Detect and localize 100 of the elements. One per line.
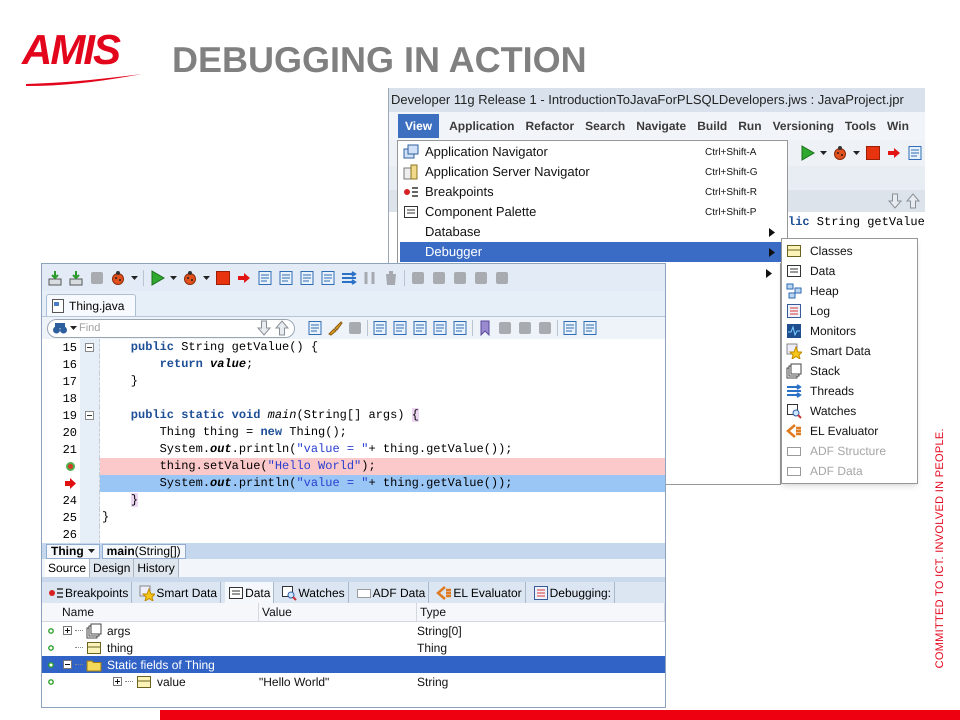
- bug-icon[interactable]: [832, 145, 848, 161]
- caret-icon[interactable]: [820, 151, 827, 155]
- menu-item[interactable]: Run: [737, 114, 763, 138]
- tree-row[interactable]: thing Thing: [42, 639, 665, 656]
- line-number: 19: [62, 408, 77, 424]
- menu-item[interactable]: Classes: [782, 241, 917, 261]
- execution-arrow-icon: [65, 478, 76, 489]
- arrows-icon[interactable]: [341, 270, 357, 286]
- line-number: 26: [62, 526, 77, 544]
- menu-item[interactable]: Watches: [782, 401, 917, 421]
- menu-item[interactable]: Search: [584, 114, 626, 138]
- code-line: Thing thing = new Thing();: [158, 424, 348, 441]
- line-number: 24: [62, 492, 77, 510]
- menu-item[interactable]: Application Navigator Ctrl+Shift-A: [400, 142, 785, 162]
- stop-icon[interactable]: [215, 270, 231, 286]
- menu-item[interactable]: Threads: [782, 381, 917, 401]
- menu-item[interactable]: Database: [400, 222, 785, 242]
- caret-icon[interactable]: [203, 276, 210, 280]
- slide-title: DEBUGGING IN ACTION: [172, 38, 587, 82]
- server-icon: [403, 164, 419, 180]
- bug-icon[interactable]: [110, 270, 126, 286]
- view-tab[interactable]: Design: [90, 559, 134, 577]
- column-header: Type: [420, 604, 446, 621]
- line-number: 17: [62, 374, 77, 390]
- shortcut-label: Ctrl+Shift-P: [705, 206, 758, 220]
- windows-icon: [403, 144, 419, 160]
- fold-toggle[interactable]: [85, 343, 94, 352]
- type-cell: Thing: [417, 640, 448, 654]
- circle-icon: [48, 628, 54, 634]
- arrow-icon[interactable]: [886, 145, 902, 161]
- name-cell-text: Static fields of Thing: [106, 656, 215, 674]
- menu-item[interactable]: Versioning: [772, 114, 835, 138]
- window-title: Developer 11g Release 1 - IntroductionToJavaForPLSQLDevelopers.jws : JavaProject.jpr: [389, 88, 925, 112]
- caret-icon[interactable]: [853, 151, 860, 155]
- list-icon: [532, 584, 549, 600]
- line-number: 16: [62, 356, 77, 374]
- code-line: public String getValue() {: [130, 339, 320, 356]
- caret-icon[interactable]: [170, 276, 177, 280]
- expand-toggle[interactable]: [63, 660, 72, 669]
- chevron-icon: [786, 423, 802, 439]
- menu-item[interactable]: Component Palette Ctrl+Shift-P: [400, 202, 785, 222]
- shortcut-label: Ctrl+Shift-R: [705, 186, 758, 200]
- menu-item[interactable]: Application: [448, 114, 516, 138]
- download-icon[interactable]: [47, 270, 63, 286]
- menu-item[interactable]: Data: [782, 261, 917, 281]
- column-header: Value: [262, 604, 292, 621]
- breakpoint-icon[interactable]: [66, 462, 75, 471]
- breadcrumb-item[interactable]: Thing: [46, 544, 100, 558]
- code-line: return value;: [158, 356, 254, 373]
- swoosh-icon: [24, 73, 142, 87]
- menu-item[interactable]: Log: [782, 301, 917, 321]
- value-cell: "Hello World": [259, 674, 330, 688]
- play-icon[interactable]: [799, 145, 815, 161]
- menu-item[interactable]: Win: [886, 114, 910, 138]
- caret-icon[interactable]: [70, 326, 77, 330]
- search-field[interactable]: Find: [47, 318, 295, 338]
- menu-item[interactable]: Navigate: [635, 114, 688, 138]
- arrow-up-icon: [905, 193, 921, 209]
- menu-item[interactable]: Refactor: [524, 114, 576, 138]
- tree-row[interactable]: Static fields of Thing: [42, 656, 665, 673]
- menu-item[interactable]: Stack: [782, 361, 917, 381]
- view-tab[interactable]: History: [134, 559, 179, 577]
- circle-icon: [48, 644, 54, 650]
- caret-icon[interactable]: [131, 276, 138, 280]
- menu-item[interactable]: Tools: [844, 114, 878, 138]
- menu-item[interactable]: View: [398, 114, 440, 138]
- expand-toggle[interactable]: [63, 626, 72, 635]
- stop-icon[interactable]: [865, 145, 881, 161]
- code-line: public static void main(String[] args) {: [130, 407, 420, 424]
- brush-icon[interactable]: [327, 320, 343, 336]
- breadcrumb-item[interactable]: main(String[]): [102, 544, 186, 558]
- search-input[interactable]: Find: [79, 320, 254, 336]
- submenu-arrow-icon: [769, 228, 775, 236]
- fold-toggle[interactable]: [85, 411, 94, 420]
- menu-item[interactable]: Build: [696, 114, 728, 138]
- view-tab[interactable]: Source: [45, 559, 90, 577]
- menu-item[interactable]: Smart Data: [782, 341, 917, 361]
- tree-row[interactable]: args String[0]: [42, 622, 665, 639]
- download-icon[interactable]: [68, 270, 84, 286]
- menu-item[interactable]: Breakpoints Ctrl+Shift-R: [400, 182, 785, 202]
- menu-item[interactable]: EL Evaluator: [782, 421, 917, 441]
- expand-toggle[interactable]: [113, 677, 122, 686]
- pulse-icon: [786, 323, 802, 339]
- line-number: 25: [62, 510, 77, 526]
- circle-icon: [48, 662, 54, 668]
- code-line: }: [101, 509, 110, 526]
- file-icon: [50, 298, 66, 314]
- menu-item[interactable]: Application Server Navigator Ctrl+Shift-G: [400, 162, 785, 182]
- menu-item[interactable]: Monitors: [782, 321, 917, 341]
- panel-tab[interactable]: Data: [225, 582, 274, 603]
- menu-item[interactable]: Heap: [782, 281, 917, 301]
- play-icon[interactable]: [149, 270, 165, 286]
- bug-icon[interactable]: [182, 270, 198, 286]
- code-line: System.out.println("value = "+ thing.getValue());: [158, 441, 514, 458]
- binoculars-icon[interactable]: [52, 320, 68, 336]
- submenu-arrow-icon: [769, 248, 775, 256]
- caret-icon: [88, 549, 95, 553]
- editor-tab[interactable]: Thing.java: [46, 294, 136, 316]
- logo: AMIS: [22, 28, 119, 72]
- tree-row[interactable]: value "Hello World" String: [42, 673, 665, 690]
